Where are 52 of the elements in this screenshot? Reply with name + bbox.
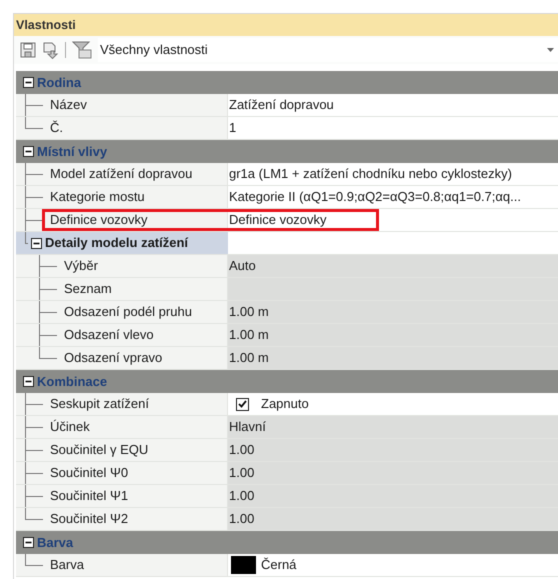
document-arrow-icon[interactable] <box>42 42 59 58</box>
filter-icon[interactable] <box>72 41 92 59</box>
property-label: Součinitel Ψ0 <box>49 464 128 482</box>
property-label: Definice vozovky <box>49 211 148 230</box>
collapse-icon[interactable] <box>23 537 34 548</box>
property-label: Kategorie mostu <box>49 188 145 206</box>
property-value: Definice vozovky <box>228 211 327 230</box>
collapse-icon[interactable] <box>23 146 34 157</box>
checkbox[interactable] <box>236 398 249 410</box>
group-title: Detaily modelu zatížení <box>45 234 188 252</box>
filter-dropdown[interactable]: Všechny vlastnosti <box>98 38 558 62</box>
property-label: Barva <box>49 556 84 574</box>
section-title: Barva <box>37 534 74 552</box>
checkbox-label: Zapnuto <box>261 395 309 414</box>
section-title: Rodina <box>37 74 82 92</box>
property-label: Účinek <box>49 418 90 436</box>
panel-title: Vlastnosti <box>16 16 76 34</box>
group-header[interactable]: Detaily modelu zatížení <box>16 232 228 254</box>
property-label: Č. <box>49 119 63 138</box>
property-value: 1 <box>228 119 236 138</box>
property-label: Odsazení vpravo <box>63 349 162 368</box>
property-value: 1.00 m <box>228 326 269 344</box>
property-value: 1.00 m <box>228 303 269 322</box>
property-label: Název <box>49 96 87 114</box>
property-label: Seznam <box>63 280 112 298</box>
property-value: Zatížení dopravou <box>228 96 334 114</box>
color-name: Černá <box>261 556 296 574</box>
collapse-icon[interactable] <box>23 376 34 387</box>
property-value: 1.00 <box>228 441 254 460</box>
property-value: gr1a (LM1 + zatížení chodníku nebo cyklostezky) <box>228 165 512 184</box>
save-icon[interactable] <box>20 42 36 58</box>
property-value: 1.00 <box>228 464 254 482</box>
property-value: 1.00 <box>228 510 254 528</box>
property-label: Odsazení podél pruhu <box>63 303 192 322</box>
property-value: Hlavní <box>228 418 266 436</box>
property-value: 1.00 m <box>228 349 269 368</box>
property-label: Součinitel Ψ1 <box>49 487 128 506</box>
property-value: 1.00 <box>228 487 254 506</box>
property-value: Kategorie II (αQ1=0.9;αQ2=αQ3=0.8;αq1=0.7;αq... <box>228 188 521 206</box>
property-label: Součinitel Ψ2 <box>49 510 128 528</box>
collapse-icon[interactable] <box>23 77 34 88</box>
color-swatch[interactable] <box>231 556 256 574</box>
section-title: Místní vlivy <box>37 142 108 161</box>
collapse-icon[interactable] <box>31 238 42 248</box>
caret-icon <box>547 48 554 52</box>
property-label: Seskupit zatížení <box>49 395 149 414</box>
property-label: Odsazení vlevo <box>63 326 154 344</box>
property-label: Model zatížení dopravou <box>49 165 192 184</box>
property-label: Součinitel γ EQU <box>49 441 148 460</box>
property-label: Výběr <box>63 257 98 276</box>
section-title: Kombinace <box>37 372 108 391</box>
property-value: Auto <box>228 257 256 276</box>
